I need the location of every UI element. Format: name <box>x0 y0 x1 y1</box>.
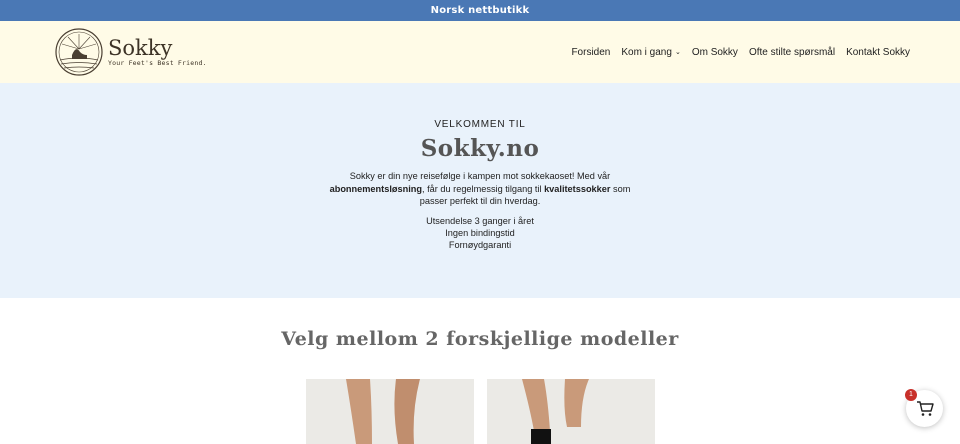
hero-section: VELKOMMEN TIL Sokky.no Sokky er din nye … <box>0 83 960 298</box>
feature-item: Utsendelse 3 ganger i året <box>426 215 534 226</box>
product-image <box>346 379 420 444</box>
announcement-text: Norsk nettbutikk <box>430 5 530 16</box>
main-nav: Forsiden Kom i gang ⌄ Om Sokky Ofte stilt… <box>571 47 910 58</box>
feature-item: Fornøydgaranti <box>448 239 512 250</box>
site-header: Sokky Your Feet's Best Friend. Forsiden … <box>0 21 960 83</box>
logo[interactable]: Sokky Your Feet's Best Friend. <box>54 27 207 77</box>
nav-item-forsiden[interactable]: Forsiden <box>571 47 610 58</box>
product-grid <box>306 379 655 444</box>
cart-icon <box>916 400 934 416</box>
product-image <box>522 379 589 444</box>
hero-title: Sokky.no <box>420 135 540 162</box>
hero-eyebrow: VELKOMMEN TIL <box>434 119 526 130</box>
product-card-black-socks[interactable] <box>487 379 655 444</box>
feature-item: Ingen bindingstid <box>445 227 515 238</box>
chevron-down-icon: ⌄ <box>674 49 681 56</box>
product-card-bare-legs[interactable] <box>306 379 474 444</box>
logo-emblem-icon <box>55 28 103 76</box>
cart-button[interactable]: 1 <box>905 389 943 427</box>
nav-item-kom-i-gang[interactable]: Kom i gang ⌄ <box>621 47 680 58</box>
announcement-bar: Norsk nettbutikk <box>0 0 960 21</box>
nav-item-faq[interactable]: Ofte stilte spørsmål <box>749 47 835 58</box>
hero-description: Sokky er din nye reisefølge i kampen mot… <box>329 171 631 206</box>
nav-item-om-sokky[interactable]: Om Sokky <box>692 47 738 58</box>
nav-item-kontakt[interactable]: Kontakt Sokky <box>846 47 910 58</box>
feature-list: Utsendelse 3 ganger i året Ingen binding… <box>0 215 960 251</box>
logo-tagline: Your Feet's Best Friend. <box>108 59 207 67</box>
cart-count-badge: 1 <box>905 389 917 401</box>
logo-name: Sokky <box>108 36 173 60</box>
section-title: Velg mellom 2 forskjellige modeller <box>281 328 679 350</box>
models-section: Velg mellom 2 forskjellige modeller <box>0 298 960 350</box>
